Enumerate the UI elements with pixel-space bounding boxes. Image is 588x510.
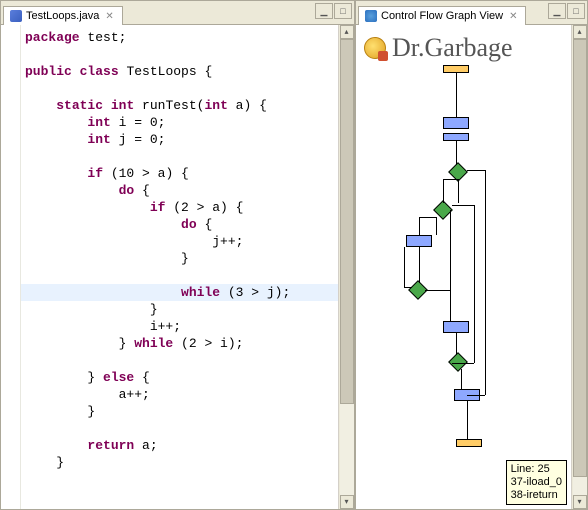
editor-pane: TestLoops.java ✕ ▁ □ package test; publi… [0, 0, 355, 510]
close-icon[interactable]: ✕ [507, 11, 519, 22]
cfg-edge [467, 170, 485, 171]
tooltip-line: Line: 25 [511, 463, 562, 476]
code-line [25, 352, 338, 369]
cfg-edge [456, 141, 457, 165]
code-line: j++; [25, 233, 338, 250]
code-line: } [25, 250, 338, 267]
scroll-down-icon[interactable]: ▾ [573, 495, 587, 509]
scroll-thumb[interactable] [340, 39, 354, 404]
maximize-button[interactable]: □ [334, 3, 352, 19]
cfg-node[interactable] [443, 117, 469, 129]
scroll-down-icon[interactable]: ▾ [340, 495, 354, 509]
tab-cfg-view[interactable]: Control Flow Graph View ✕ [358, 6, 526, 25]
cfg-edge [419, 217, 436, 218]
cfg-edge [452, 363, 474, 364]
editor-area: package test; public class TestLoops { s… [1, 25, 354, 509]
graph-area: Dr.Garbage [356, 25, 587, 509]
code-line: do { [25, 216, 338, 233]
scroll-track[interactable] [340, 39, 354, 495]
cfg-edge [443, 179, 458, 180]
code-line [25, 148, 338, 165]
cfg-node[interactable] [406, 235, 432, 247]
cfg-edge [450, 210, 451, 321]
code-editor[interactable]: package test; public class TestLoops { s… [21, 25, 338, 509]
vertical-scrollbar[interactable]: ▴ ▾ [338, 25, 354, 509]
code-line: public class TestLoops { [25, 63, 338, 80]
graph-pane: Control Flow Graph View ✕ ▁ □ Dr.Garbage [355, 0, 588, 510]
cfg-edge [474, 205, 475, 363]
code-line [25, 420, 338, 437]
tab-label: Control Flow Graph View [381, 10, 503, 22]
minimize-button[interactable]: ▁ [548, 3, 566, 19]
cfg-edge [443, 179, 444, 203]
code-line: } [25, 301, 338, 318]
code-line: } [25, 403, 338, 420]
cfg-edge [456, 333, 457, 355]
cfg-edge [456, 73, 457, 117]
cfg-exit-node[interactable] [456, 439, 482, 447]
close-icon[interactable]: ✕ [103, 11, 115, 22]
tooltip-line: 37-iload_0 [511, 476, 562, 489]
cfg-node[interactable] [443, 133, 469, 141]
cfg-edge [485, 170, 486, 395]
code-line [25, 80, 338, 97]
cfg-node[interactable] [443, 321, 469, 333]
cfg-edge [404, 287, 412, 288]
code-line: static int runTest(int a) { [25, 97, 338, 114]
vertical-scrollbar[interactable]: ▴ ▾ [571, 25, 587, 509]
editor-window-controls: ▁ □ [315, 3, 352, 19]
code-line: } while (2 > i); [25, 335, 338, 352]
cfg-edge [467, 401, 468, 439]
code-line [25, 267, 338, 284]
scroll-thumb[interactable] [573, 39, 587, 477]
code-line: do { [25, 182, 338, 199]
code-line: } else { [25, 369, 338, 386]
code-line: a++; [25, 386, 338, 403]
brand-label: Dr.Garbage [364, 33, 513, 63]
code-line: int i = 0; [25, 114, 338, 131]
scroll-up-icon[interactable]: ▴ [573, 25, 587, 39]
code-line: } [25, 454, 338, 471]
cfg-entry-node[interactable] [443, 65, 469, 73]
scroll-up-icon[interactable]: ▴ [340, 25, 354, 39]
minimize-button[interactable]: ▁ [315, 3, 333, 19]
cfg-edge [467, 395, 485, 396]
cfg-edge [452, 205, 474, 206]
code-line: int j = 0; [25, 131, 338, 148]
tooltip-line: 38-ireturn [511, 489, 562, 502]
cfg-edge [461, 369, 462, 389]
cfg-edge [436, 217, 437, 235]
editor-gutter [1, 25, 21, 509]
code-line: while (3 > j); [25, 284, 338, 301]
code-line: if (10 > a) { [25, 165, 338, 182]
code-line: if (2 > a) { [25, 199, 338, 216]
cfg-edge [425, 290, 450, 291]
maximize-button[interactable]: □ [567, 3, 585, 19]
java-file-icon [10, 10, 22, 22]
scroll-track[interactable] [573, 39, 587, 495]
code-line: i++; [25, 318, 338, 335]
cfg-decision-node[interactable] [448, 352, 468, 372]
graph-view-icon [365, 10, 377, 22]
cfg-edge [419, 247, 420, 283]
graph-tabbar: Control Flow Graph View ✕ ▁ □ [356, 1, 587, 25]
tab-testloops[interactable]: TestLoops.java ✕ [3, 6, 123, 25]
code-line [25, 46, 338, 63]
tab-label: TestLoops.java [26, 10, 99, 22]
editor-tabbar: TestLoops.java ✕ ▁ □ [1, 1, 354, 25]
brand-text: Dr.Garbage [392, 33, 513, 63]
graph-canvas[interactable]: Dr.Garbage [356, 25, 571, 509]
cfg-edge [419, 217, 420, 235]
cfg-edge [458, 179, 459, 203]
code-line: package test; [25, 29, 338, 46]
graph-window-controls: ▁ □ [548, 3, 585, 19]
node-tooltip: Line: 25 37-iload_0 38-ireturn [506, 460, 567, 505]
drgarbage-logo-icon [364, 37, 386, 59]
code-line: return a; [25, 437, 338, 454]
cfg-edge [404, 247, 405, 287]
